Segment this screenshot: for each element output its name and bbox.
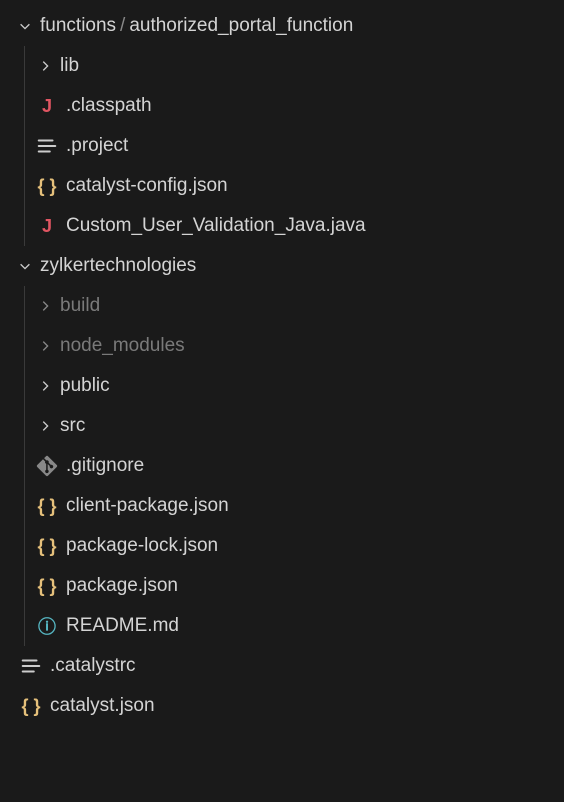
tree-item-label: public [60, 375, 110, 397]
lines-icon [20, 655, 42, 677]
tree-file-catalystrc[interactable]: .catalystrc [0, 646, 564, 686]
tree-item-label: .project [66, 135, 128, 157]
git-icon [36, 455, 58, 477]
tree-item-label: README.md [66, 615, 179, 637]
chevron-down-icon [16, 257, 34, 275]
chevron-right-icon [36, 377, 54, 395]
tree-folder-node-modules[interactable]: node_modules [24, 326, 564, 366]
tree-item-label: client-package.json [66, 495, 229, 517]
tree-file-client-package[interactable]: { } client-package.json [24, 486, 564, 526]
path-separator: / [120, 15, 125, 37]
tree-file-package-json[interactable]: { } package.json [24, 566, 564, 606]
tree-item-label: lib [60, 55, 79, 77]
java-icon: J [36, 95, 58, 117]
tree-folder-build[interactable]: build [24, 286, 564, 326]
json-icon: { } [36, 495, 58, 517]
tree-file-project[interactable]: .project [24, 126, 564, 166]
tree-item-label: catalyst.json [50, 695, 155, 717]
json-icon: { } [36, 175, 58, 197]
folder-label: zylkertechnologies [40, 255, 196, 277]
tree-item-label: .classpath [66, 95, 152, 117]
java-icon: J [36, 215, 58, 237]
tree-folder-src[interactable]: src [24, 406, 564, 446]
tree-item-label: build [60, 295, 100, 317]
tree-folder-zylker[interactable]: zylkertechnologies [0, 246, 564, 286]
tree-folder-functions[interactable]: functions / authorized_portal_function [0, 6, 564, 46]
tree-item-label: package-lock.json [66, 535, 218, 557]
tree-folder-lib[interactable]: lib [24, 46, 564, 86]
tree-file-readme[interactable]: ⓘ README.md [24, 606, 564, 646]
folder-path-segment: functions [40, 15, 116, 37]
chevron-right-icon [36, 337, 54, 355]
json-icon: { } [36, 535, 58, 557]
chevron-right-icon [36, 297, 54, 315]
tree-item-label: package.json [66, 575, 178, 597]
json-icon: { } [20, 695, 42, 717]
json-icon: { } [36, 575, 58, 597]
tree-file-custom-validation[interactable]: J Custom_User_Validation_Java.java [24, 206, 564, 246]
tree-item-label: node_modules [60, 335, 185, 357]
tree-file-catalyst-json[interactable]: { } catalyst.json [0, 686, 564, 726]
lines-icon [36, 135, 58, 157]
folder-path-segment: authorized_portal_function [129, 15, 353, 37]
info-icon: ⓘ [36, 615, 58, 637]
tree-file-classpath[interactable]: J .classpath [24, 86, 564, 126]
tree-file-gitignore[interactable]: .gitignore [24, 446, 564, 486]
tree-item-label: catalyst-config.json [66, 175, 228, 197]
tree-file-catalyst-config[interactable]: { } catalyst-config.json [24, 166, 564, 206]
chevron-right-icon [36, 417, 54, 435]
tree-item-label: .catalystrc [50, 655, 136, 677]
chevron-down-icon [16, 17, 34, 35]
tree-item-label: Custom_User_Validation_Java.java [66, 215, 366, 237]
chevron-right-icon [36, 57, 54, 75]
tree-folder-public[interactable]: public [24, 366, 564, 406]
tree-item-label: src [60, 415, 85, 437]
tree-item-label: .gitignore [66, 455, 144, 477]
tree-file-package-lock[interactable]: { } package-lock.json [24, 526, 564, 566]
